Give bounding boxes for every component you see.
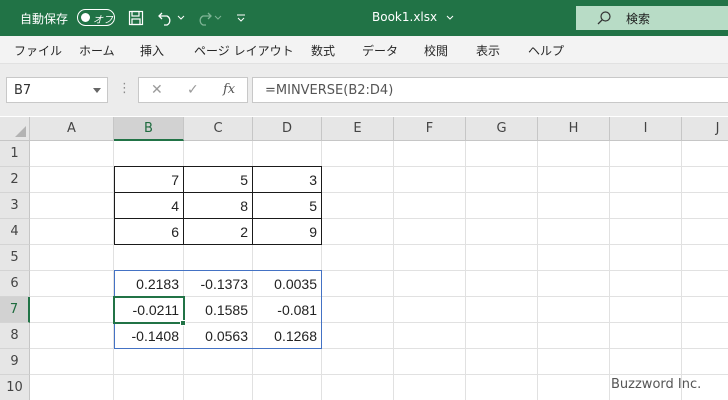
- more-options-icon[interactable]: ⋮: [118, 81, 131, 96]
- cell-b3[interactable]: 4: [114, 193, 183, 219]
- search-label: 検索: [626, 12, 651, 26]
- column-header-b[interactable]: B: [114, 117, 184, 141]
- column-header-i[interactable]: I: [610, 117, 682, 141]
- matrix-border: [114, 218, 322, 219]
- fill-handle[interactable]: [180, 320, 186, 326]
- column-header-a[interactable]: A: [30, 117, 114, 141]
- row-header-2[interactable]: 2: [0, 167, 30, 193]
- row-header-1[interactable]: 1: [0, 141, 30, 167]
- select-all-button[interactable]: [0, 117, 30, 141]
- row-header-10[interactable]: 10: [0, 375, 30, 400]
- cell-d6[interactable]: 0.0035: [253, 271, 321, 297]
- gridline: [30, 374, 728, 375]
- watermark: Buzzword Inc.: [611, 377, 702, 392]
- column-header-j[interactable]: J: [682, 117, 728, 141]
- row-header-7[interactable]: 7: [0, 297, 30, 323]
- name-box-value: B7: [14, 83, 32, 98]
- menu-bar: ファイル ホーム 挿入 ページ レイアウト 数式 データ 校閲 表示 ヘルプ: [0, 36, 728, 64]
- row-header-8[interactable]: 8: [0, 323, 30, 349]
- title-bar: 自動保存 オフ Book1.xlsx 検索: [0, 0, 728, 36]
- column-header-c[interactable]: C: [184, 117, 253, 141]
- menu-review[interactable]: 校閲: [424, 42, 448, 59]
- row-header-5[interactable]: 5: [0, 245, 30, 271]
- column-header-f[interactable]: F: [394, 117, 466, 141]
- cell-c8[interactable]: 0.0563: [184, 323, 252, 349]
- column-header-h[interactable]: H: [538, 117, 610, 141]
- row-header-6[interactable]: 6: [0, 271, 30, 297]
- menu-insert[interactable]: 挿入: [140, 42, 164, 59]
- cell-d8[interactable]: 0.1268: [253, 323, 321, 349]
- cell-d4[interactable]: 9: [253, 219, 321, 245]
- name-box[interactable]: B7: [6, 77, 108, 103]
- matrix-border: [183, 166, 184, 245]
- search-icon: [596, 10, 612, 30]
- cell-d7[interactable]: -0.081: [253, 297, 321, 323]
- file-title[interactable]: Book1.xlsx: [372, 10, 437, 24]
- toggle-knob: [81, 13, 90, 22]
- cell-c6[interactable]: -0.1373: [184, 271, 252, 297]
- select-all-icon: [15, 126, 26, 137]
- cell-b6[interactable]: 0.2183: [114, 271, 183, 297]
- formula-input[interactable]: =MINVERSE(B2:D4): [252, 77, 728, 103]
- row-header-9[interactable]: 9: [0, 349, 30, 375]
- formula-bar: B7 ⋮ ✕ ✓ fx =MINVERSE(B2:D4): [0, 64, 728, 116]
- matrix-border: [252, 166, 253, 245]
- column-header-d[interactable]: D: [253, 117, 322, 141]
- cell-b7[interactable]: -0.0211: [114, 297, 183, 323]
- row-header-4[interactable]: 4: [0, 219, 30, 245]
- column-header-g[interactable]: G: [466, 117, 538, 141]
- menu-data[interactable]: データ: [362, 42, 398, 59]
- formula-buttons: ✕ ✓ fx: [138, 77, 248, 103]
- row-header-3[interactable]: 3: [0, 193, 30, 219]
- cell-c7[interactable]: 0.1585: [184, 297, 252, 323]
- undo-icon[interactable]: [156, 7, 176, 29]
- cancel-icon[interactable]: ✕: [151, 82, 163, 98]
- redo-dropdown-icon[interactable]: [212, 7, 224, 29]
- cell-c3[interactable]: 8: [184, 193, 252, 219]
- cell-c2[interactable]: 5: [184, 167, 252, 193]
- cell-c4[interactable]: 2: [184, 219, 252, 245]
- formula-text: =MINVERSE(B2:D4): [265, 83, 394, 98]
- redo-icon[interactable]: [194, 7, 214, 29]
- menu-help[interactable]: ヘルプ: [528, 42, 564, 59]
- autosave-label: 自動保存: [20, 12, 69, 26]
- autosave-state: オフ: [93, 15, 113, 26]
- matrix-border: [114, 192, 322, 193]
- menu-home[interactable]: ホーム: [79, 42, 115, 59]
- cell-b2[interactable]: 7: [114, 167, 183, 193]
- insert-function-icon[interactable]: fx: [223, 82, 235, 97]
- autosave-toggle[interactable]: オフ: [77, 9, 115, 26]
- menu-view[interactable]: 表示: [476, 42, 500, 59]
- cell-d2[interactable]: 3: [253, 167, 321, 193]
- undo-dropdown-icon[interactable]: [175, 7, 187, 29]
- title-dropdown-icon[interactable]: [444, 7, 456, 29]
- cell-b4[interactable]: 6: [114, 219, 183, 245]
- search-box[interactable]: 検索: [576, 6, 728, 30]
- enter-icon[interactable]: ✓: [187, 82, 199, 98]
- cell-b8[interactable]: -0.1408: [114, 323, 183, 349]
- chevron-down-icon[interactable]: [93, 88, 101, 93]
- menu-formulas[interactable]: 数式: [311, 42, 335, 59]
- save-icon[interactable]: [126, 7, 146, 29]
- menu-page-layout[interactable]: ページ レイアウト: [194, 42, 294, 59]
- menu-file[interactable]: ファイル: [14, 42, 62, 59]
- cell-d3[interactable]: 5: [253, 193, 321, 219]
- spreadsheet-grid[interactable]: A B C D E F G H I J 1 2 3 4 5 6 7 8 9 10…: [0, 117, 728, 400]
- customize-toolbar-icon[interactable]: [233, 7, 249, 29]
- column-header-e[interactable]: E: [322, 117, 394, 141]
